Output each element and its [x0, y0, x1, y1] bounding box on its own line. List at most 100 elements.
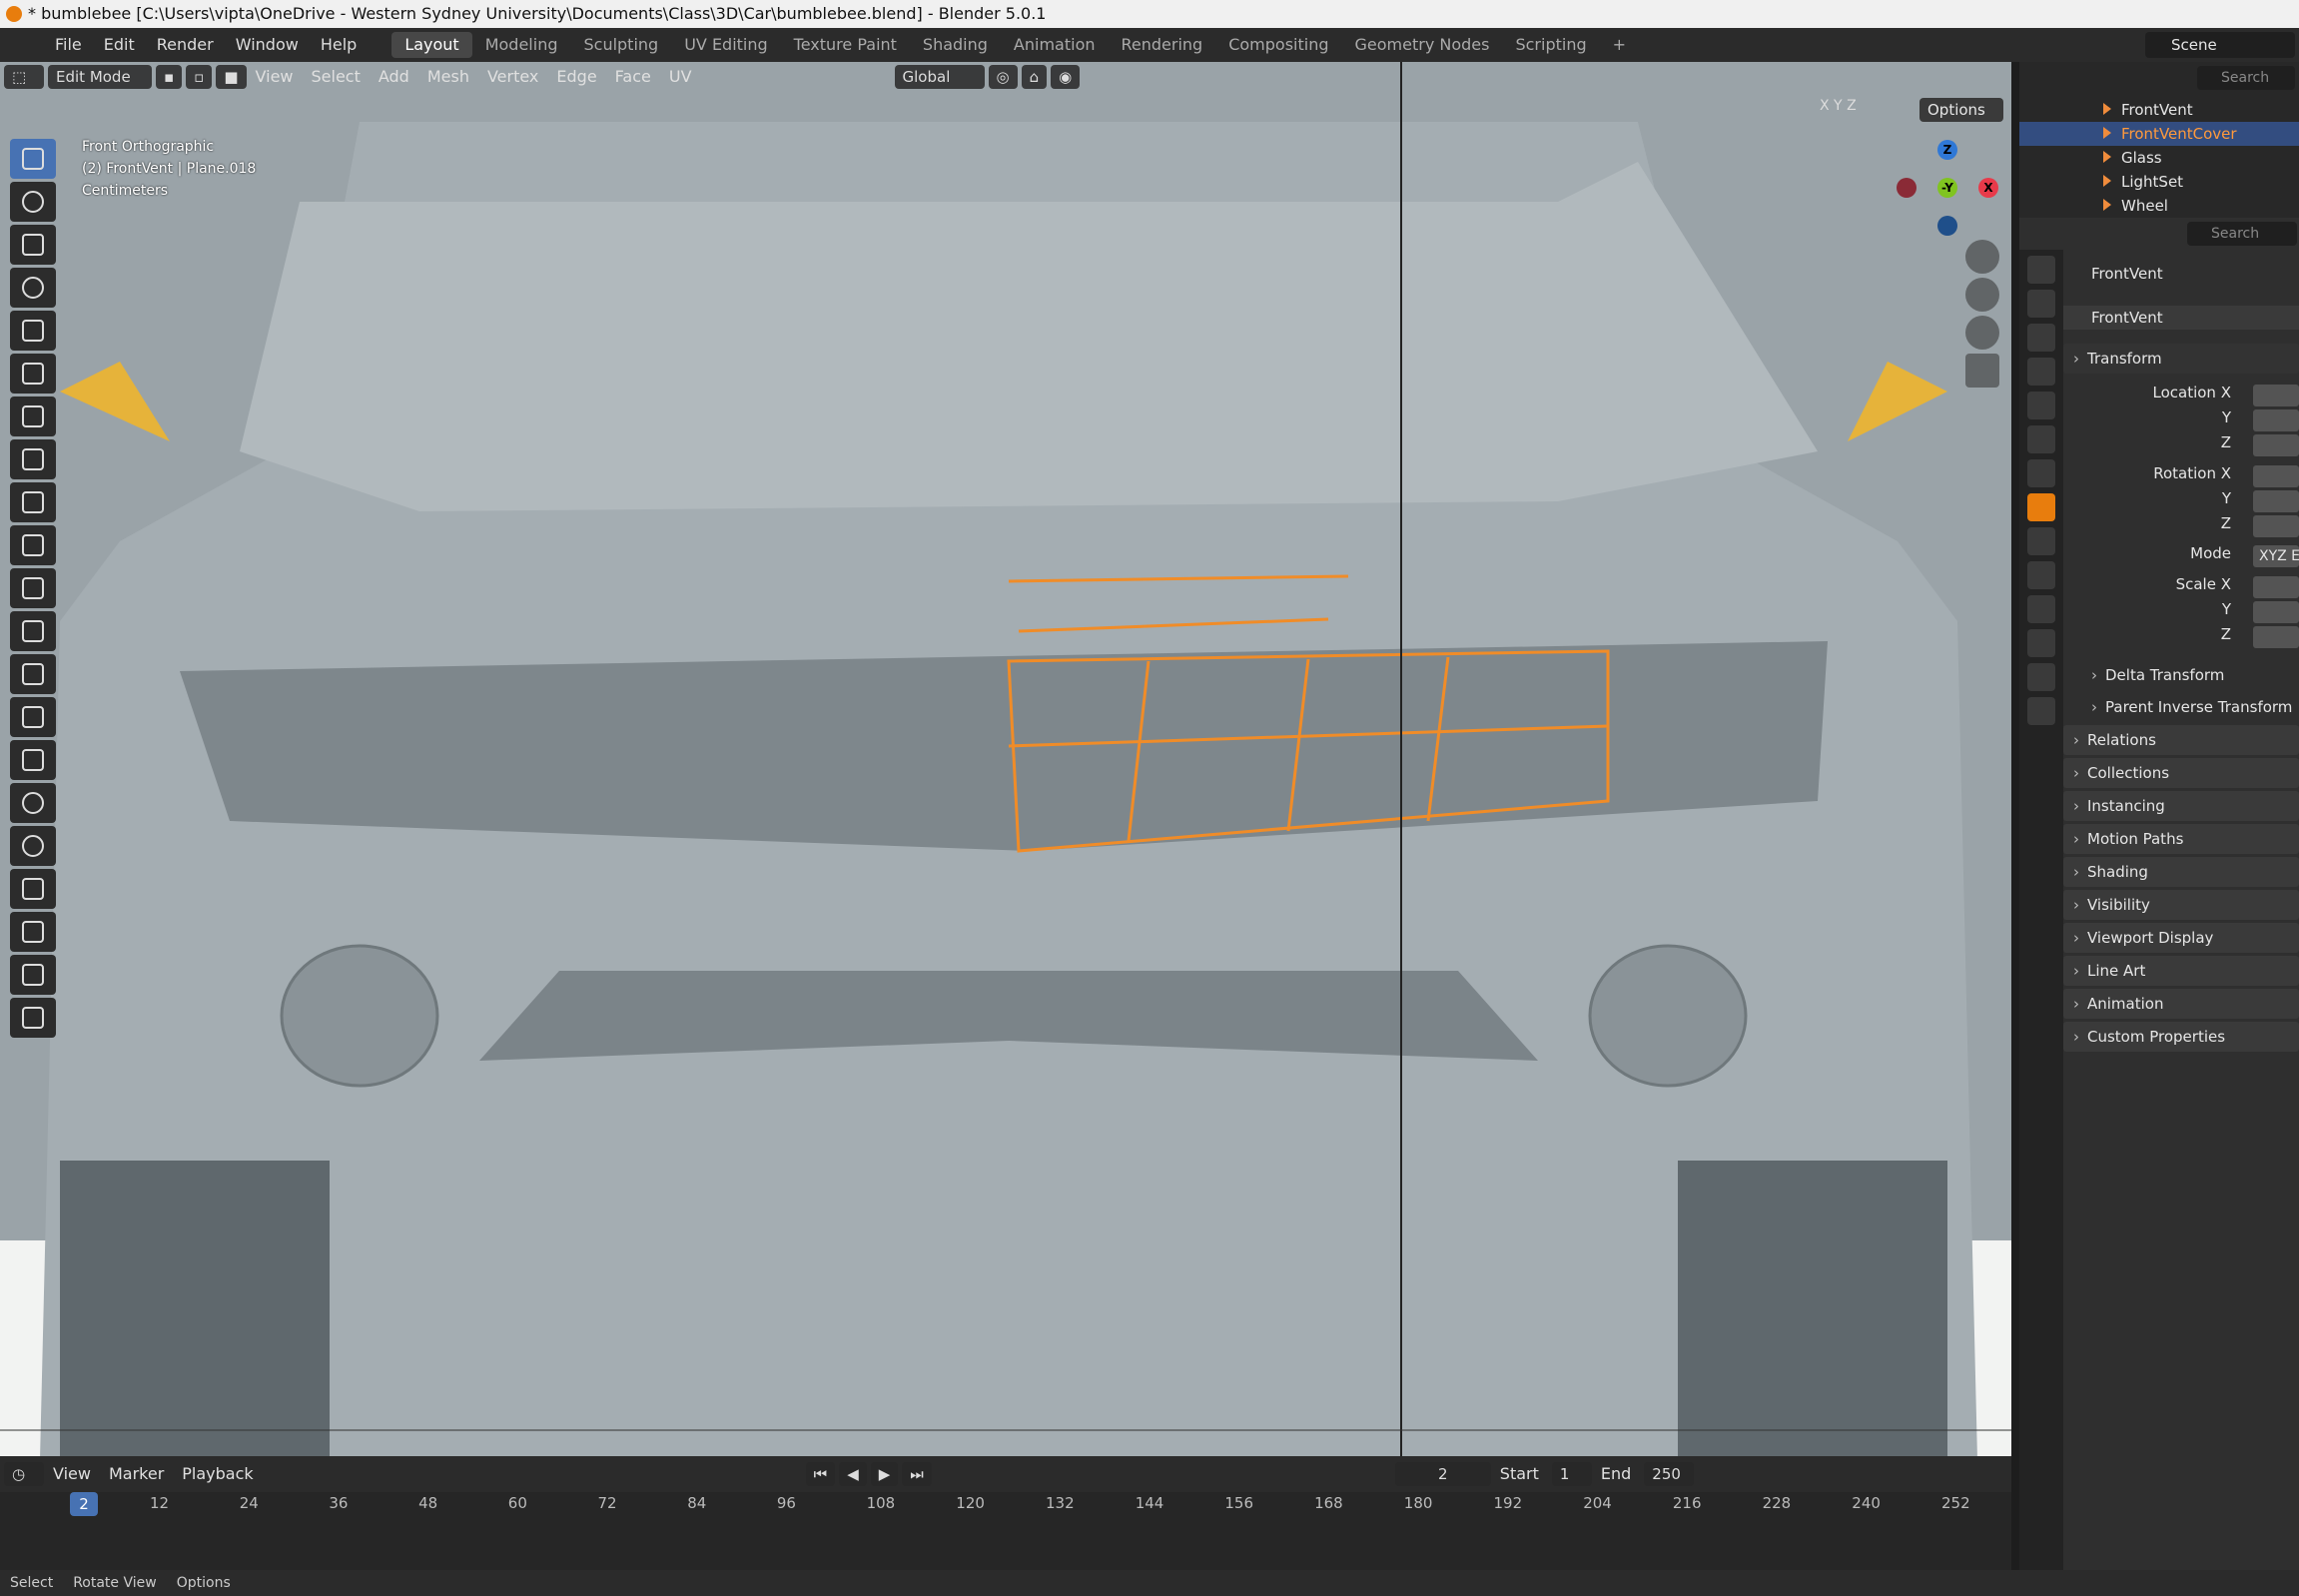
tab-scripting[interactable]: Scripting — [1502, 32, 1599, 58]
x-axis-icon[interactable]: X — [1978, 178, 1998, 198]
shear-tool[interactable] — [10, 955, 56, 995]
particles-tab-icon[interactable] — [2027, 561, 2055, 589]
edge-slide-tool[interactable] — [10, 869, 56, 909]
z-axis-icon[interactable]: Z — [1937, 140, 1957, 160]
face-menu[interactable]: Face — [606, 65, 660, 89]
scale-y-field[interactable] — [2253, 601, 2299, 623]
world-tab-icon[interactable] — [2027, 425, 2055, 453]
animation-panel[interactable]: Animation — [2063, 989, 2299, 1019]
outliner-item[interactable]: FrontVent — [2019, 98, 2299, 122]
view-layer-tab-icon[interactable] — [2027, 358, 2055, 386]
navigation-gizmo[interactable]: Z -Y X — [1893, 140, 2002, 240]
start-frame-field[interactable]: 1 — [1551, 1462, 1592, 1486]
tab-uv-editing[interactable]: UV Editing — [671, 32, 780, 58]
menu-help[interactable]: Help — [310, 28, 368, 62]
tab-rendering[interactable]: Rendering — [1109, 32, 1216, 58]
custom-properties-panel[interactable]: Custom Properties — [2063, 1022, 2299, 1052]
add-cube-tool[interactable] — [10, 482, 56, 522]
tab-layout[interactable]: Layout — [391, 32, 472, 58]
neg-x-axis-icon[interactable] — [1897, 178, 1916, 198]
visibility-panel[interactable]: Visibility — [2063, 890, 2299, 920]
tab-shading[interactable]: Shading — [910, 32, 1001, 58]
vertex-select-icon[interactable]: ▪ — [156, 65, 183, 89]
location-x-field[interactable] — [2253, 385, 2299, 406]
scale-z-field[interactable] — [2253, 626, 2299, 648]
pivot-point-icon[interactable]: ◎ — [988, 65, 1018, 89]
move-tool[interactable] — [10, 225, 56, 265]
extrude-tool[interactable] — [10, 525, 56, 565]
rip-tool[interactable] — [10, 998, 56, 1038]
rotate-tool[interactable] — [10, 268, 56, 308]
parent-inverse-subpanel[interactable]: Parent Inverse Transform — [2087, 695, 2292, 719]
face-select-icon[interactable]: ■ — [216, 65, 247, 89]
data-tab-icon[interactable] — [2027, 663, 2055, 691]
instancing-panel[interactable]: Instancing — [2063, 791, 2299, 821]
annotate-tool[interactable] — [10, 397, 56, 436]
menu-render[interactable]: Render — [146, 28, 225, 62]
outliner-item[interactable]: LightSet — [2019, 170, 2299, 194]
outliner-search[interactable]: Search — [2197, 66, 2295, 90]
playback-dropdown[interactable]: Playback — [173, 1462, 262, 1486]
timeline-track[interactable]: 2 12 24 36 48 60 72 84 96 108 120 132 144 156 168 180 1… — [0, 1492, 2011, 1570]
outliner-item-selected[interactable]: FrontVentCover — [2019, 122, 2299, 146]
3d-viewport[interactable] — [0, 62, 2011, 1456]
add-menu[interactable]: Add — [370, 65, 418, 89]
tab-geometry-nodes[interactable]: Geometry Nodes — [1342, 32, 1503, 58]
motion-paths-panel[interactable]: Motion Paths — [2063, 824, 2299, 854]
scene-selector[interactable]: Scene — [2145, 32, 2295, 58]
inset-tool[interactable] — [10, 568, 56, 608]
render-tab-icon[interactable] — [2027, 290, 2055, 318]
mesh-menu[interactable]: Mesh — [418, 65, 478, 89]
spin-tool[interactable] — [10, 783, 56, 823]
mode-dropdown[interactable]: Edit Mode — [48, 65, 152, 89]
editor-type-icon[interactable]: ⬚ — [4, 65, 44, 89]
constraints-tab-icon[interactable] — [2027, 629, 2055, 657]
properties-search[interactable]: Search — [2187, 222, 2297, 246]
tab-animation[interactable]: Animation — [1001, 32, 1109, 58]
location-z-field[interactable] — [2253, 434, 2299, 456]
neg-z-axis-icon[interactable] — [1937, 216, 1957, 236]
timeline-editor-icon[interactable]: ◷ — [4, 1462, 44, 1486]
select-menu[interactable]: Select — [303, 65, 370, 89]
playhead[interactable]: 2 — [70, 1492, 98, 1516]
cursor-tool[interactable] — [10, 182, 56, 222]
rotation-x-field[interactable] — [2253, 465, 2299, 487]
tab-compositing[interactable]: Compositing — [1215, 32, 1341, 58]
add-workspace-icon[interactable]: + — [1600, 32, 1639, 58]
pan-hand-icon[interactable] — [1965, 278, 1999, 312]
axis-y-toggle[interactable]: Y — [1834, 98, 1843, 114]
menu-window[interactable]: Window — [225, 28, 310, 62]
play-reverse-icon[interactable]: ◀ — [839, 1462, 867, 1486]
shrink-fatten-tool[interactable] — [10, 912, 56, 952]
proportional-editing-icon[interactable]: ◉ — [1051, 65, 1081, 89]
edge-select-icon[interactable]: ▫ — [186, 65, 213, 89]
transform-tool[interactable] — [10, 354, 56, 394]
scale-x-field[interactable] — [2253, 576, 2299, 598]
rotation-y-field[interactable] — [2253, 490, 2299, 512]
relations-panel[interactable]: Relations — [2063, 725, 2299, 755]
outliner-item[interactable]: Wheel — [2019, 194, 2299, 218]
line-art-panel[interactable]: Line Art — [2063, 956, 2299, 986]
jump-start-icon[interactable]: ⏮ — [805, 1462, 836, 1486]
object-datablock-field[interactable]: FrontVent — [2063, 306, 2299, 330]
ortho-grid-icon[interactable] — [1965, 354, 1999, 388]
axis-z-toggle[interactable]: Z — [1847, 98, 1857, 114]
loop-cut-tool[interactable] — [10, 654, 56, 694]
measure-tool[interactable] — [10, 439, 56, 479]
menu-edit[interactable]: Edit — [93, 28, 146, 62]
play-icon[interactable]: ▶ — [870, 1462, 899, 1486]
outliner-item[interactable]: Glass — [2019, 146, 2299, 170]
edge-menu[interactable]: Edge — [547, 65, 605, 89]
select-box-tool[interactable] — [10, 139, 56, 179]
shading-panel[interactable]: Shading — [2063, 857, 2299, 887]
transform-panel-header[interactable]: Transform — [2063, 344, 2299, 374]
tab-sculpting[interactable]: Sculpting — [570, 32, 671, 58]
zoom-icon[interactable] — [1965, 240, 1999, 274]
uv-menu[interactable]: UV — [660, 65, 701, 89]
vertex-menu[interactable]: Vertex — [478, 65, 547, 89]
knife-tool[interactable] — [10, 697, 56, 737]
rotation-mode-dropdown[interactable]: XYZ E — [2253, 545, 2299, 567]
transform-orientation-dropdown[interactable]: Global — [894, 65, 985, 89]
axis-x-toggle[interactable]: X — [1820, 98, 1830, 114]
marker-menu[interactable]: Marker — [100, 1462, 173, 1486]
